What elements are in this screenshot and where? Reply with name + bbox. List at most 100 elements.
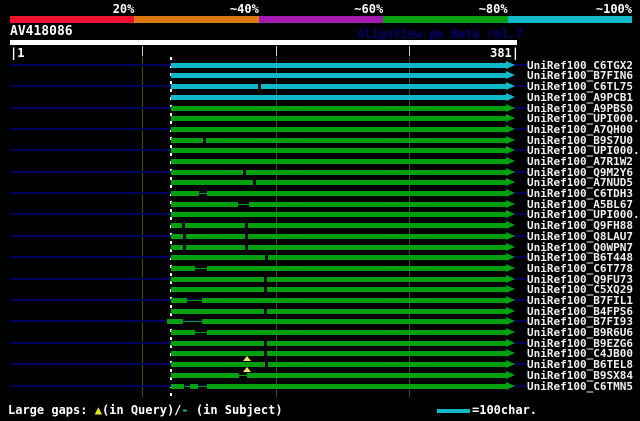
- hit-bar-segment: [171, 245, 506, 250]
- gap-notch: [253, 180, 256, 185]
- hit-bar-segment: [171, 277, 506, 282]
- query-ruler-bar: [10, 40, 517, 45]
- hit-arrowhead: [506, 296, 515, 304]
- subject-gap-connector: [198, 386, 207, 387]
- hit-bar-segment: [171, 255, 506, 260]
- ruler-tick: [142, 46, 143, 56]
- gap-notch: [264, 309, 267, 314]
- alignview-page: 20% ~40% ~60% ~80% ~100% AV418086 AlignView.…: [0, 0, 640, 421]
- hit-bar-segment: [171, 223, 506, 228]
- gap-notch: [264, 341, 267, 346]
- subject-gap-connector: [187, 300, 202, 301]
- scale-label: ~80%: [478, 2, 508, 16]
- subject-gap-connector: [199, 193, 207, 194]
- scale-label: ~100%: [595, 2, 632, 16]
- legend-prefix: Large gaps:: [8, 403, 95, 417]
- hit-bar-segment: [171, 191, 199, 196]
- hit-bar-segment: [171, 309, 506, 314]
- hit-bar-segment: [171, 95, 506, 100]
- ruler-tick: [409, 46, 410, 56]
- gap-notch: [203, 138, 206, 143]
- query-gap-triangle-icon: [243, 367, 251, 372]
- gap-notch: [258, 84, 261, 89]
- hit-bar-segment: [171, 266, 195, 271]
- gap-notch: [264, 277, 267, 282]
- hit-bar-segment: [171, 116, 506, 121]
- hit-arrowhead: [506, 146, 515, 154]
- hit-bar-segment: [171, 148, 506, 153]
- hit-bar-segment: [171, 234, 506, 239]
- gap-notch: [245, 223, 248, 228]
- hit-arrowhead: [506, 136, 515, 144]
- hit-arrowhead: [506, 210, 515, 218]
- hit-bar-segment: [171, 180, 506, 185]
- gap-notch: [183, 245, 186, 250]
- scale-label: 20%: [112, 2, 135, 16]
- watermark-text: AlignView.pm Beta rel.7: [356, 27, 523, 41]
- hit-arrowhead: [506, 307, 515, 315]
- hit-bar-segment: [171, 362, 506, 367]
- hit-bar-segment: [202, 298, 506, 303]
- scale-bar-swatch: [437, 409, 470, 413]
- hit-bar-segment: [171, 63, 506, 68]
- hit-bar-segment: [171, 138, 506, 143]
- scale-color-segment: [258, 16, 384, 23]
- hit-arrowhead: [506, 382, 515, 390]
- hit-arrowhead: [506, 104, 515, 112]
- hit-arrowhead: [506, 328, 515, 336]
- query-gap-triangle-icon: [243, 356, 251, 361]
- hit-bar-segment: [171, 212, 506, 217]
- hit-bar-segment: [202, 319, 506, 324]
- hit-arrowhead: [506, 221, 515, 229]
- scale-color-segment: [134, 16, 259, 23]
- hit-bar-segment: [167, 319, 183, 324]
- hit-bar-segment: [171, 202, 238, 207]
- scale-color-segment: [507, 16, 633, 23]
- hit-arrowhead: [506, 285, 515, 293]
- hit-bar-segment: [171, 298, 187, 303]
- hit-arrowhead: [506, 61, 515, 69]
- hit-arrowhead: [506, 114, 515, 122]
- hit-bar-segment: [171, 330, 195, 335]
- subject-gap-connector: [195, 268, 207, 269]
- hit-arrowhead: [506, 82, 515, 90]
- query-gap-triangle-icon: ▲: [94, 403, 102, 417]
- hit-bar-segment: [207, 330, 506, 335]
- scale-label: ~40%: [229, 2, 259, 16]
- hit-bar-segment: [171, 351, 506, 356]
- hit-bar-segment: [171, 106, 506, 111]
- identity-scale-bar: [10, 16, 633, 23]
- scale-bar-label: =100char.: [472, 403, 538, 417]
- subject-gap-connector: [238, 204, 249, 205]
- hit-arrowhead: [506, 189, 515, 197]
- subject-gap-connector: [239, 375, 247, 376]
- alignment-plot-area: UniRef100_C6TGX2 UniRef100_B7FIN6 UniRef10…: [0, 57, 640, 397]
- gap-notch: [265, 255, 268, 260]
- hit-arrowhead: [506, 264, 515, 272]
- gap-notch: [264, 287, 267, 292]
- hit-arrowhead: [506, 339, 515, 347]
- scale-label: ~60%: [354, 2, 384, 16]
- hit-bar-segment: [171, 159, 506, 164]
- subject-gap-dash-icon: -: [181, 403, 189, 417]
- hit-arrowhead: [506, 275, 515, 283]
- hit-bar-segment: [171, 170, 506, 175]
- scale-color-segment: [10, 16, 135, 23]
- scale-color-segment: [383, 16, 508, 23]
- hit-bar-segment: [171, 84, 506, 89]
- hit-bar-segment: [207, 191, 506, 196]
- hit-bar-segment: [171, 127, 506, 132]
- hit-arrowhead: [506, 243, 515, 251]
- hit-bar-segment: [207, 266, 506, 271]
- hit-bar-segment: [190, 384, 198, 389]
- hit-arrowhead: [506, 157, 515, 165]
- subject-gap-connector: [183, 321, 202, 322]
- hit-arrowhead: [506, 125, 515, 133]
- hit-arrowhead: [506, 232, 515, 240]
- subject-gap-connector: [195, 332, 207, 333]
- hit-bar-segment: [171, 73, 506, 78]
- legend-query-text: (in Query)/: [101, 403, 182, 417]
- hit-bar-segment: [249, 202, 507, 207]
- hit-bar-segment: [171, 341, 506, 346]
- hit-bar-segment: [171, 384, 184, 389]
